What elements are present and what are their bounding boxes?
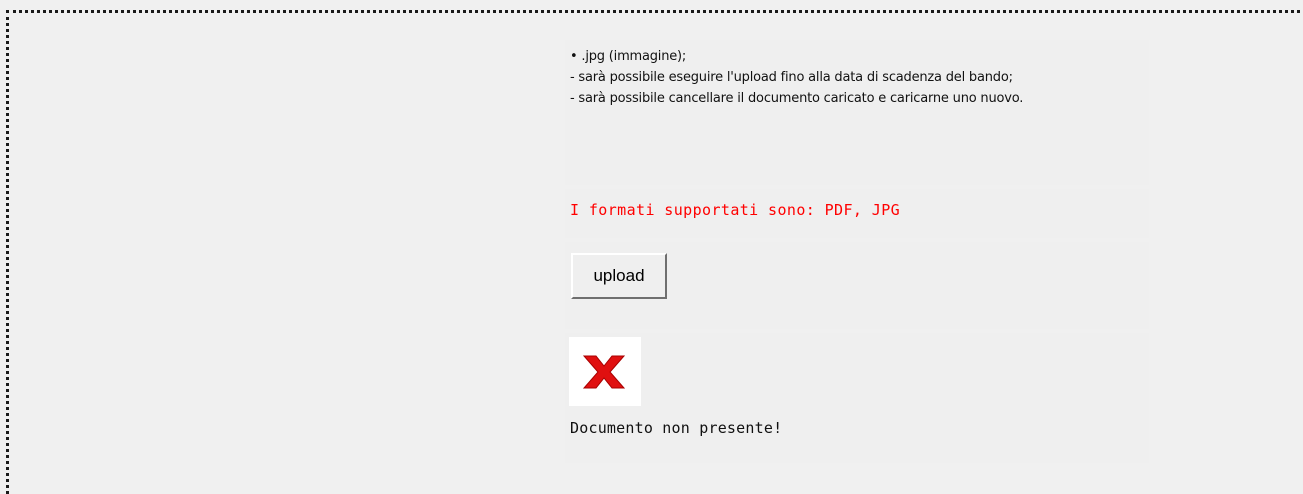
supported-formats-row: I formati supportati sono: PDF, JPG [565, 189, 1149, 238]
upload-button[interactable]: upload [571, 253, 667, 299]
instruction-line: • .jpg (immagine); [570, 49, 687, 64]
red-x-icon [582, 355, 626, 389]
instruction-line: - sarà possibile eseguire l'upload fino … [570, 70, 1013, 85]
instruction-line: - sarà possibile cancellare il documento… [570, 91, 1024, 106]
missing-document-icon-box [569, 337, 641, 406]
document-status-row: Documento non presente! [565, 333, 1149, 463]
upload-row: upload [565, 242, 1149, 329]
document-status-text: Documento non presente! [570, 419, 783, 437]
supported-formats-text: I formati supportati sono: PDF, JPG [570, 201, 901, 219]
upload-instructions: • .jpg (immagine); - sarà possibile eseg… [565, 40, 1149, 185]
